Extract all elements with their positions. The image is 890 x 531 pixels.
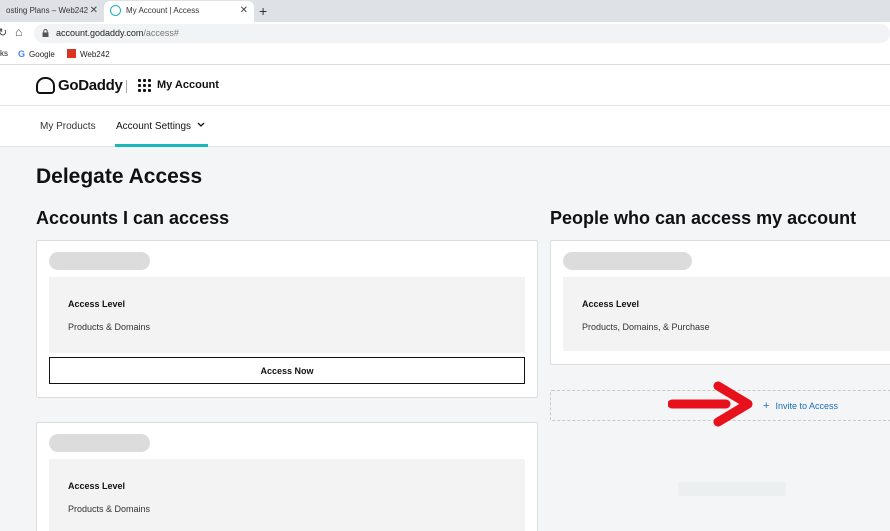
close-icon[interactable]: ✕ (240, 5, 248, 16)
web242-icon (67, 49, 76, 58)
nav-my-products[interactable]: My Products (40, 121, 96, 132)
header-divider (126, 80, 127, 93)
section-title-accounts: Accounts I can access (36, 208, 230, 228)
nav-account-settings[interactable]: Account Settings (116, 121, 205, 132)
red-arrow-annotation-icon (668, 381, 753, 427)
account-name-placeholder (49, 434, 150, 452)
active-nav-indicator (115, 144, 208, 147)
godaddy-logo[interactable]: GoDaddy (36, 77, 123, 94)
tab-title: My Account | Access (126, 6, 200, 15)
account-card: Access Level Products & Domains Access N… (36, 240, 538, 398)
url-host: account.godaddy.com (56, 28, 144, 38)
access-level-value: Products & Domains (68, 504, 151, 514)
home-icon[interactable]: ⌂ (15, 25, 22, 39)
header-divider-line (0, 105, 890, 106)
site-header: GoDaddy My Account My Products Account S… (0, 65, 890, 147)
lock-icon (42, 29, 49, 37)
url-path: /access# (143, 28, 179, 38)
google-icon: G (18, 49, 26, 59)
account-name-placeholder (49, 252, 150, 270)
bookmark-google[interactable]: G Google (18, 49, 55, 59)
bookmarks-bar: ks G Google Web242 (0, 44, 890, 65)
bookmark-label: Web242 (80, 50, 110, 59)
bookmark-web242[interactable]: Web242 (67, 49, 110, 59)
browser-tab-bar: osting Plans – Web242 ✕ My Account | Acc… (0, 0, 890, 22)
delegate-name-placeholder (563, 252, 692, 270)
plus-icon: + (763, 400, 770, 412)
access-level-box: Access Level Products & Domains (49, 277, 525, 353)
bookmarks-label: ks (0, 49, 8, 58)
access-level-box: Access Level Products & Domains (49, 459, 525, 531)
bookmark-label: Google (29, 50, 55, 59)
page-title: Delegate Access (36, 165, 203, 188)
delegate-card: Access Level Products, Domains, & Purcha… (550, 240, 890, 365)
browser-tab[interactable]: osting Plans – Web242 ✕ (0, 1, 104, 22)
access-level-value: Products, Domains, & Purchase (582, 322, 710, 332)
godaddy-logo-icon (36, 77, 55, 94)
url-text: account.godaddy.com/access# (56, 28, 179, 38)
account-card: Access Level Products & Domains (36, 422, 538, 531)
logo-text: GoDaddy (58, 77, 123, 94)
close-icon[interactable]: ✕ (90, 5, 98, 16)
access-level-box: Access Level Products, Domains, & Purcha… (563, 277, 890, 351)
invite-label: + Invite to Access (763, 400, 838, 412)
access-level-label: Access Level (68, 299, 126, 309)
access-level-label: Access Level (582, 299, 640, 309)
reload-icon[interactable]: ↻ (0, 26, 7, 39)
nav-label: Account Settings (116, 121, 192, 132)
access-level-value: Products & Domains (68, 322, 151, 332)
app-grid-icon[interactable] (138, 79, 151, 92)
invite-text: Invite to Access (775, 401, 838, 411)
access-level-label: Access Level (68, 481, 126, 491)
godaddy-favicon-icon (110, 5, 121, 16)
url-field[interactable]: account.godaddy.com/access# (34, 24, 890, 43)
address-bar-row: ↻ ⌂ account.godaddy.com/access# (0, 22, 890, 44)
tab-title: osting Plans – Web242 (6, 6, 89, 15)
app-title[interactable]: My Account (157, 79, 219, 91)
access-now-button[interactable]: Access Now (49, 357, 525, 384)
browser-tab-active[interactable]: My Account | Access ✕ (104, 1, 254, 22)
faded-placeholder (678, 482, 786, 496)
new-tab-icon[interactable]: + (259, 3, 267, 19)
section-title-people: People who can access my account (550, 208, 857, 228)
chevron-down-icon (197, 122, 205, 127)
